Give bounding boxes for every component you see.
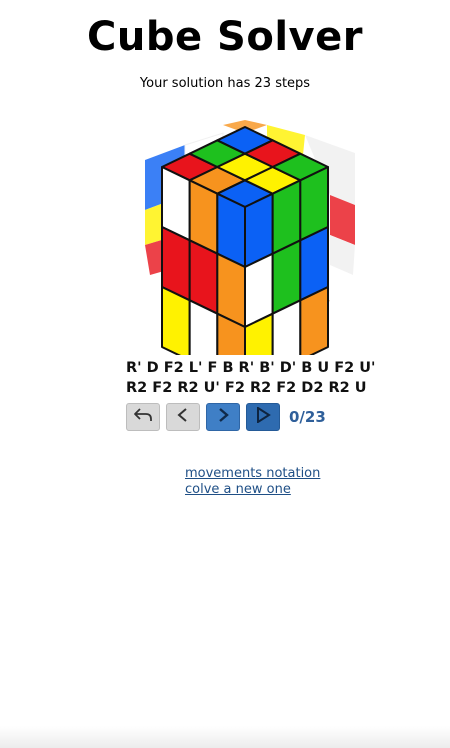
playback-controls: 0/23 <box>126 403 326 431</box>
chevron-left-icon <box>175 407 191 427</box>
moves-line-2: R2 F2 R2 U' F2 R2 F2 D2 R2 U <box>126 380 367 396</box>
reset-button[interactable] <box>126 403 160 431</box>
solution-summary: Your solution has 23 steps <box>139 76 311 91</box>
play-icon <box>255 406 271 427</box>
cube-graphic <box>145 120 355 388</box>
previous-step-button[interactable] <box>166 403 200 431</box>
notation-link[interactable]: movements notation <box>185 466 320 482</box>
chevron-right-icon <box>215 407 231 427</box>
new-cube-link[interactable]: colve a new one <box>185 482 320 498</box>
moves-line-1: R' D F2 L' F B R' B' D' B U F2 U' <box>126 360 376 376</box>
footer-links: movements notation colve a new one <box>185 466 320 498</box>
solution-moves: R' D F2 L' F B R' B' D' B U F2 U' R2 F2 … <box>126 358 376 398</box>
undo-icon <box>133 407 153 427</box>
next-step-button[interactable] <box>206 403 240 431</box>
page-bottom-edge <box>0 726 450 748</box>
step-counter: 0/23 <box>289 408 326 426</box>
cube-3d-view[interactable] <box>125 115 365 388</box>
play-button[interactable] <box>246 403 280 431</box>
page-title: Cube Solver <box>87 14 363 60</box>
